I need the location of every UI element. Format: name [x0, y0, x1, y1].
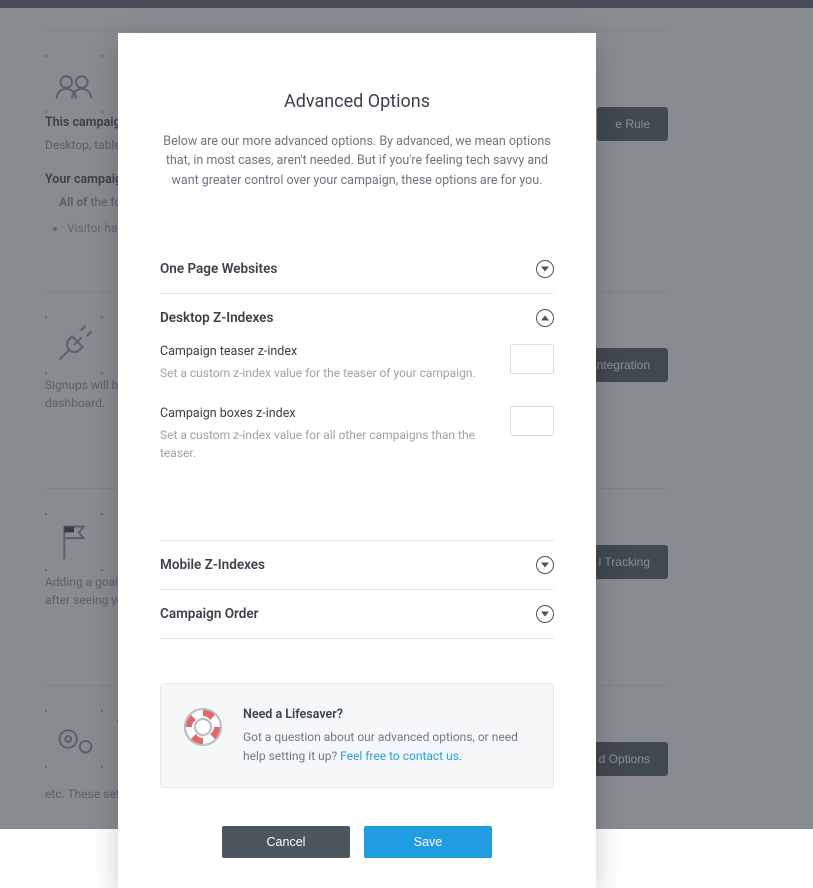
section-one-page-websites: One Page Websites	[160, 245, 554, 293]
section-title: Mobile Z-Indexes	[160, 557, 265, 573]
teaser-zindex-input[interactable]	[510, 344, 554, 374]
help-box: Need a Lifesaver? Got a question about o…	[160, 683, 554, 788]
section-body: Campaign teaser z-index Set a custom z-i…	[160, 342, 554, 500]
modal-title: Advanced Options	[160, 91, 554, 112]
section-title: Campaign Order	[160, 606, 259, 622]
help-title: Need a Lifesaver?	[243, 707, 531, 722]
field-hint: Set a custom z-index value for the tease…	[160, 364, 476, 382]
field-hint: Set a custom z-index value for all other…	[160, 426, 490, 462]
toggle-campaign-order[interactable]: Campaign Order	[160, 590, 554, 638]
section-title: One Page Websites	[160, 261, 277, 277]
modal-overlay[interactable]: Advanced Options Below are our more adva…	[0, 0, 813, 829]
chevron-down-icon	[536, 605, 554, 623]
modal-footer: Cancel Save	[118, 788, 596, 868]
section-campaign-order: Campaign Order	[160, 589, 554, 639]
chevron-up-icon	[536, 309, 554, 327]
boxes-zindex-input[interactable]	[510, 406, 554, 436]
toggle-desktop-z-indexes[interactable]: Desktop Z-Indexes	[160, 294, 554, 342]
field-boxes-zindex: Campaign boxes z-index Set a custom z-in…	[160, 406, 554, 462]
section-title: Desktop Z-Indexes	[160, 310, 273, 326]
contact-us-link[interactable]: Feel free to contact us.	[340, 749, 462, 763]
chevron-down-icon	[536, 260, 554, 278]
toggle-mobile-z-indexes[interactable]: Mobile Z-Indexes	[160, 541, 554, 589]
field-teaser-zindex: Campaign teaser z-index Set a custom z-i…	[160, 344, 554, 382]
field-label: Campaign teaser z-index	[160, 344, 476, 359]
lifesaver-icon	[183, 707, 223, 747]
chevron-down-icon	[536, 556, 554, 574]
advanced-options-modal: Advanced Options Below are our more adva…	[118, 33, 596, 888]
section-mobile-z-indexes: Mobile Z-Indexes	[160, 540, 554, 589]
modal-description: Below are our more advanced options. By …	[162, 132, 552, 190]
field-label: Campaign boxes z-index	[160, 406, 490, 421]
toggle-one-page-websites[interactable]: One Page Websites	[160, 245, 554, 293]
save-button[interactable]: Save	[364, 826, 492, 858]
cancel-button[interactable]: Cancel	[222, 826, 350, 858]
section-desktop-z-indexes: Desktop Z-Indexes Campaign teaser z-inde…	[160, 293, 554, 500]
help-text: Got a question about our advanced option…	[243, 728, 531, 765]
